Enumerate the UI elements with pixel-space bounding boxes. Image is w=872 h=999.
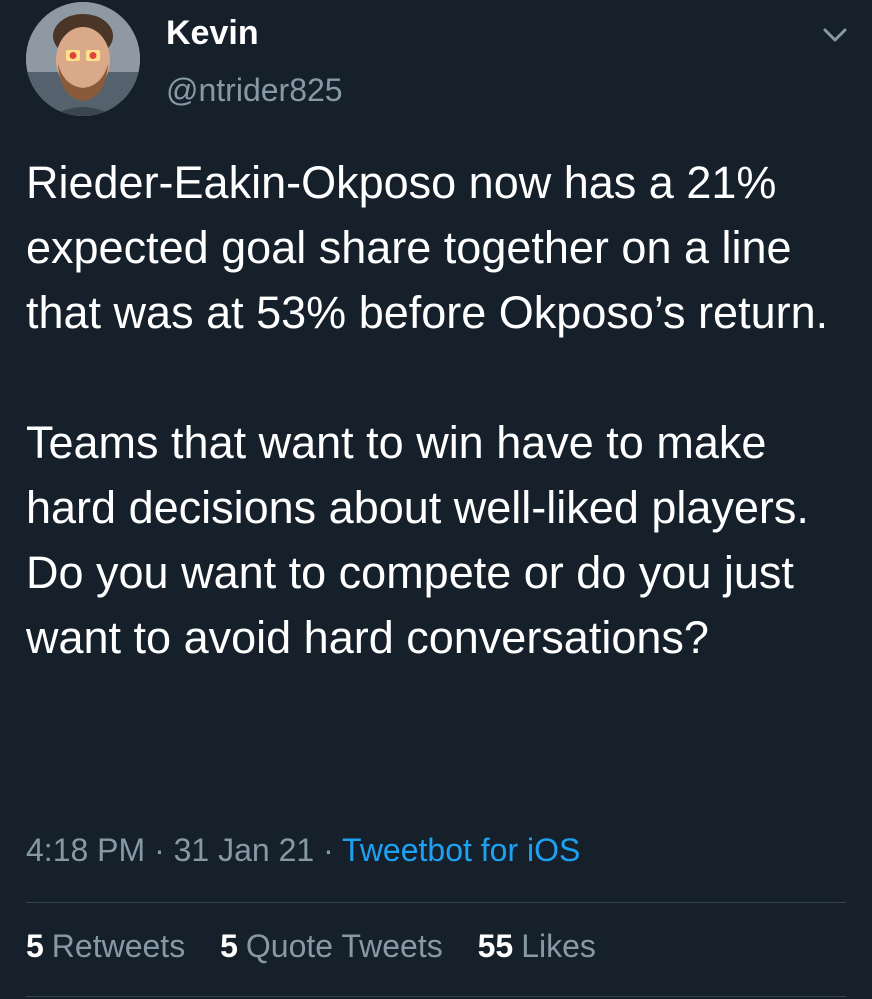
chevron-down-icon[interactable] [820, 24, 850, 46]
likes-stat[interactable]: 55 Likes [478, 928, 596, 965]
tweet-paragraph: Rieder-Eakin-Okposo now has a 21% expect… [26, 157, 829, 338]
tweet-paragraph: Teams that want to win have to make hard… [26, 417, 809, 663]
quote-tweets-label: Quote Tweets [245, 928, 443, 964]
divider [26, 902, 846, 903]
retweets-count: 5 [26, 928, 44, 964]
tweet-source-link[interactable]: Tweetbot for iOS [342, 832, 580, 868]
tweet-date[interactable]: 31 Jan 21 [174, 832, 315, 868]
retweets-label: Retweets [51, 928, 186, 964]
user-handle[interactable]: @ntrider825 [166, 72, 343, 109]
avatar[interactable] [26, 2, 140, 116]
likes-count: 55 [477, 928, 514, 964]
quote-tweets-stat[interactable]: 5 Quote Tweets [220, 928, 443, 965]
tweet: Kevin @ntrider825 Rieder-Eakin-Okposo no… [0, 0, 872, 999]
likes-label: Likes [521, 928, 596, 964]
meta-separator: · [145, 832, 174, 868]
quote-tweets-count: 5 [220, 928, 238, 964]
avatar-image [26, 2, 140, 116]
divider [26, 996, 846, 997]
tweet-meta: 4:18 PM · 31 Jan 21 · Tweetbot for iOS [26, 832, 580, 869]
display-name[interactable]: Kevin [166, 14, 259, 53]
tweet-time[interactable]: 4:18 PM [26, 832, 145, 868]
retweets-stat[interactable]: 5 Retweets [26, 928, 185, 965]
tweet-text: Rieder-Eakin-Okposo now has a 21% expect… [26, 150, 856, 670]
meta-separator: · [314, 832, 343, 868]
tweet-stats: 5 Retweets 5 Quote Tweets 55 Likes [26, 928, 622, 965]
